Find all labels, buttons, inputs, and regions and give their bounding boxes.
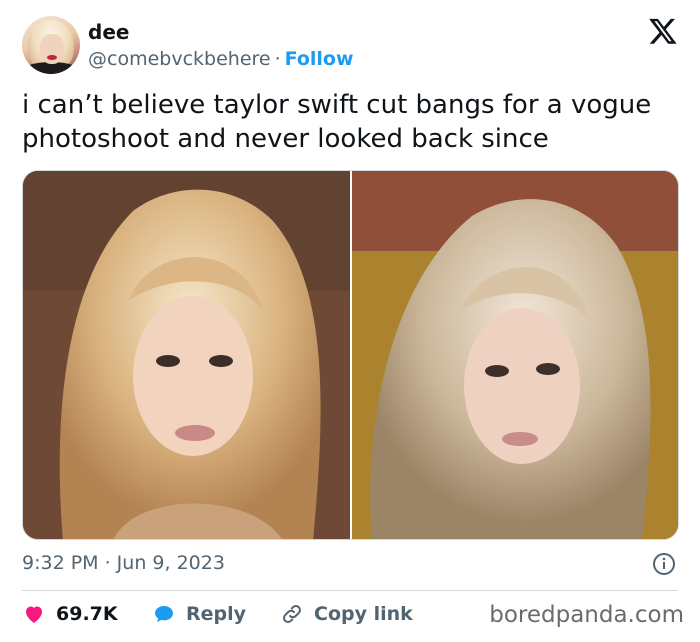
reply-bubble-icon (155, 606, 173, 622)
reply-label: Reply (186, 603, 247, 625)
follow-button[interactable]: Follow (285, 48, 354, 70)
like-count: 69.7K (56, 603, 118, 625)
reply-button[interactable]: Reply (152, 602, 246, 626)
avatar[interactable] (22, 16, 80, 74)
separator: · (274, 48, 281, 70)
info-icon[interactable] (652, 552, 676, 576)
divider (22, 590, 678, 591)
right-photo-illustration (352, 171, 678, 539)
watermark: boredpanda.com (489, 602, 684, 628)
tweet-text-line-1: i can’t believe taylor swift cut bangs f… (22, 90, 652, 120)
right-photo[interactable] (352, 171, 678, 539)
user-handle[interactable]: @comebvckbehere (88, 48, 271, 70)
copy-link-button[interactable]: Copy link (280, 602, 413, 626)
tweet-timestamp[interactable]: 9:32 PM · Jun 9, 2023 (22, 552, 225, 574)
left-photo[interactable] (23, 171, 350, 539)
tweet-text: i can’t believe taylor swift cut bangs f… (22, 88, 672, 156)
link-icon (283, 605, 301, 623)
tweet-header: dee @comebvckbehere · Follow (22, 14, 682, 78)
x-logo-icon[interactable] (648, 16, 678, 46)
media-grid (22, 170, 679, 540)
heart-icon (26, 606, 42, 623)
left-photo-illustration (23, 171, 350, 539)
handle-row: @comebvckbehere · Follow (88, 48, 354, 70)
copy-link-label: Copy link (314, 603, 413, 625)
display-name[interactable]: dee (88, 20, 129, 44)
like-button[interactable]: 69.7K (22, 602, 118, 626)
tweet-text-line-2: photoshoot and never looked back since (22, 124, 549, 154)
